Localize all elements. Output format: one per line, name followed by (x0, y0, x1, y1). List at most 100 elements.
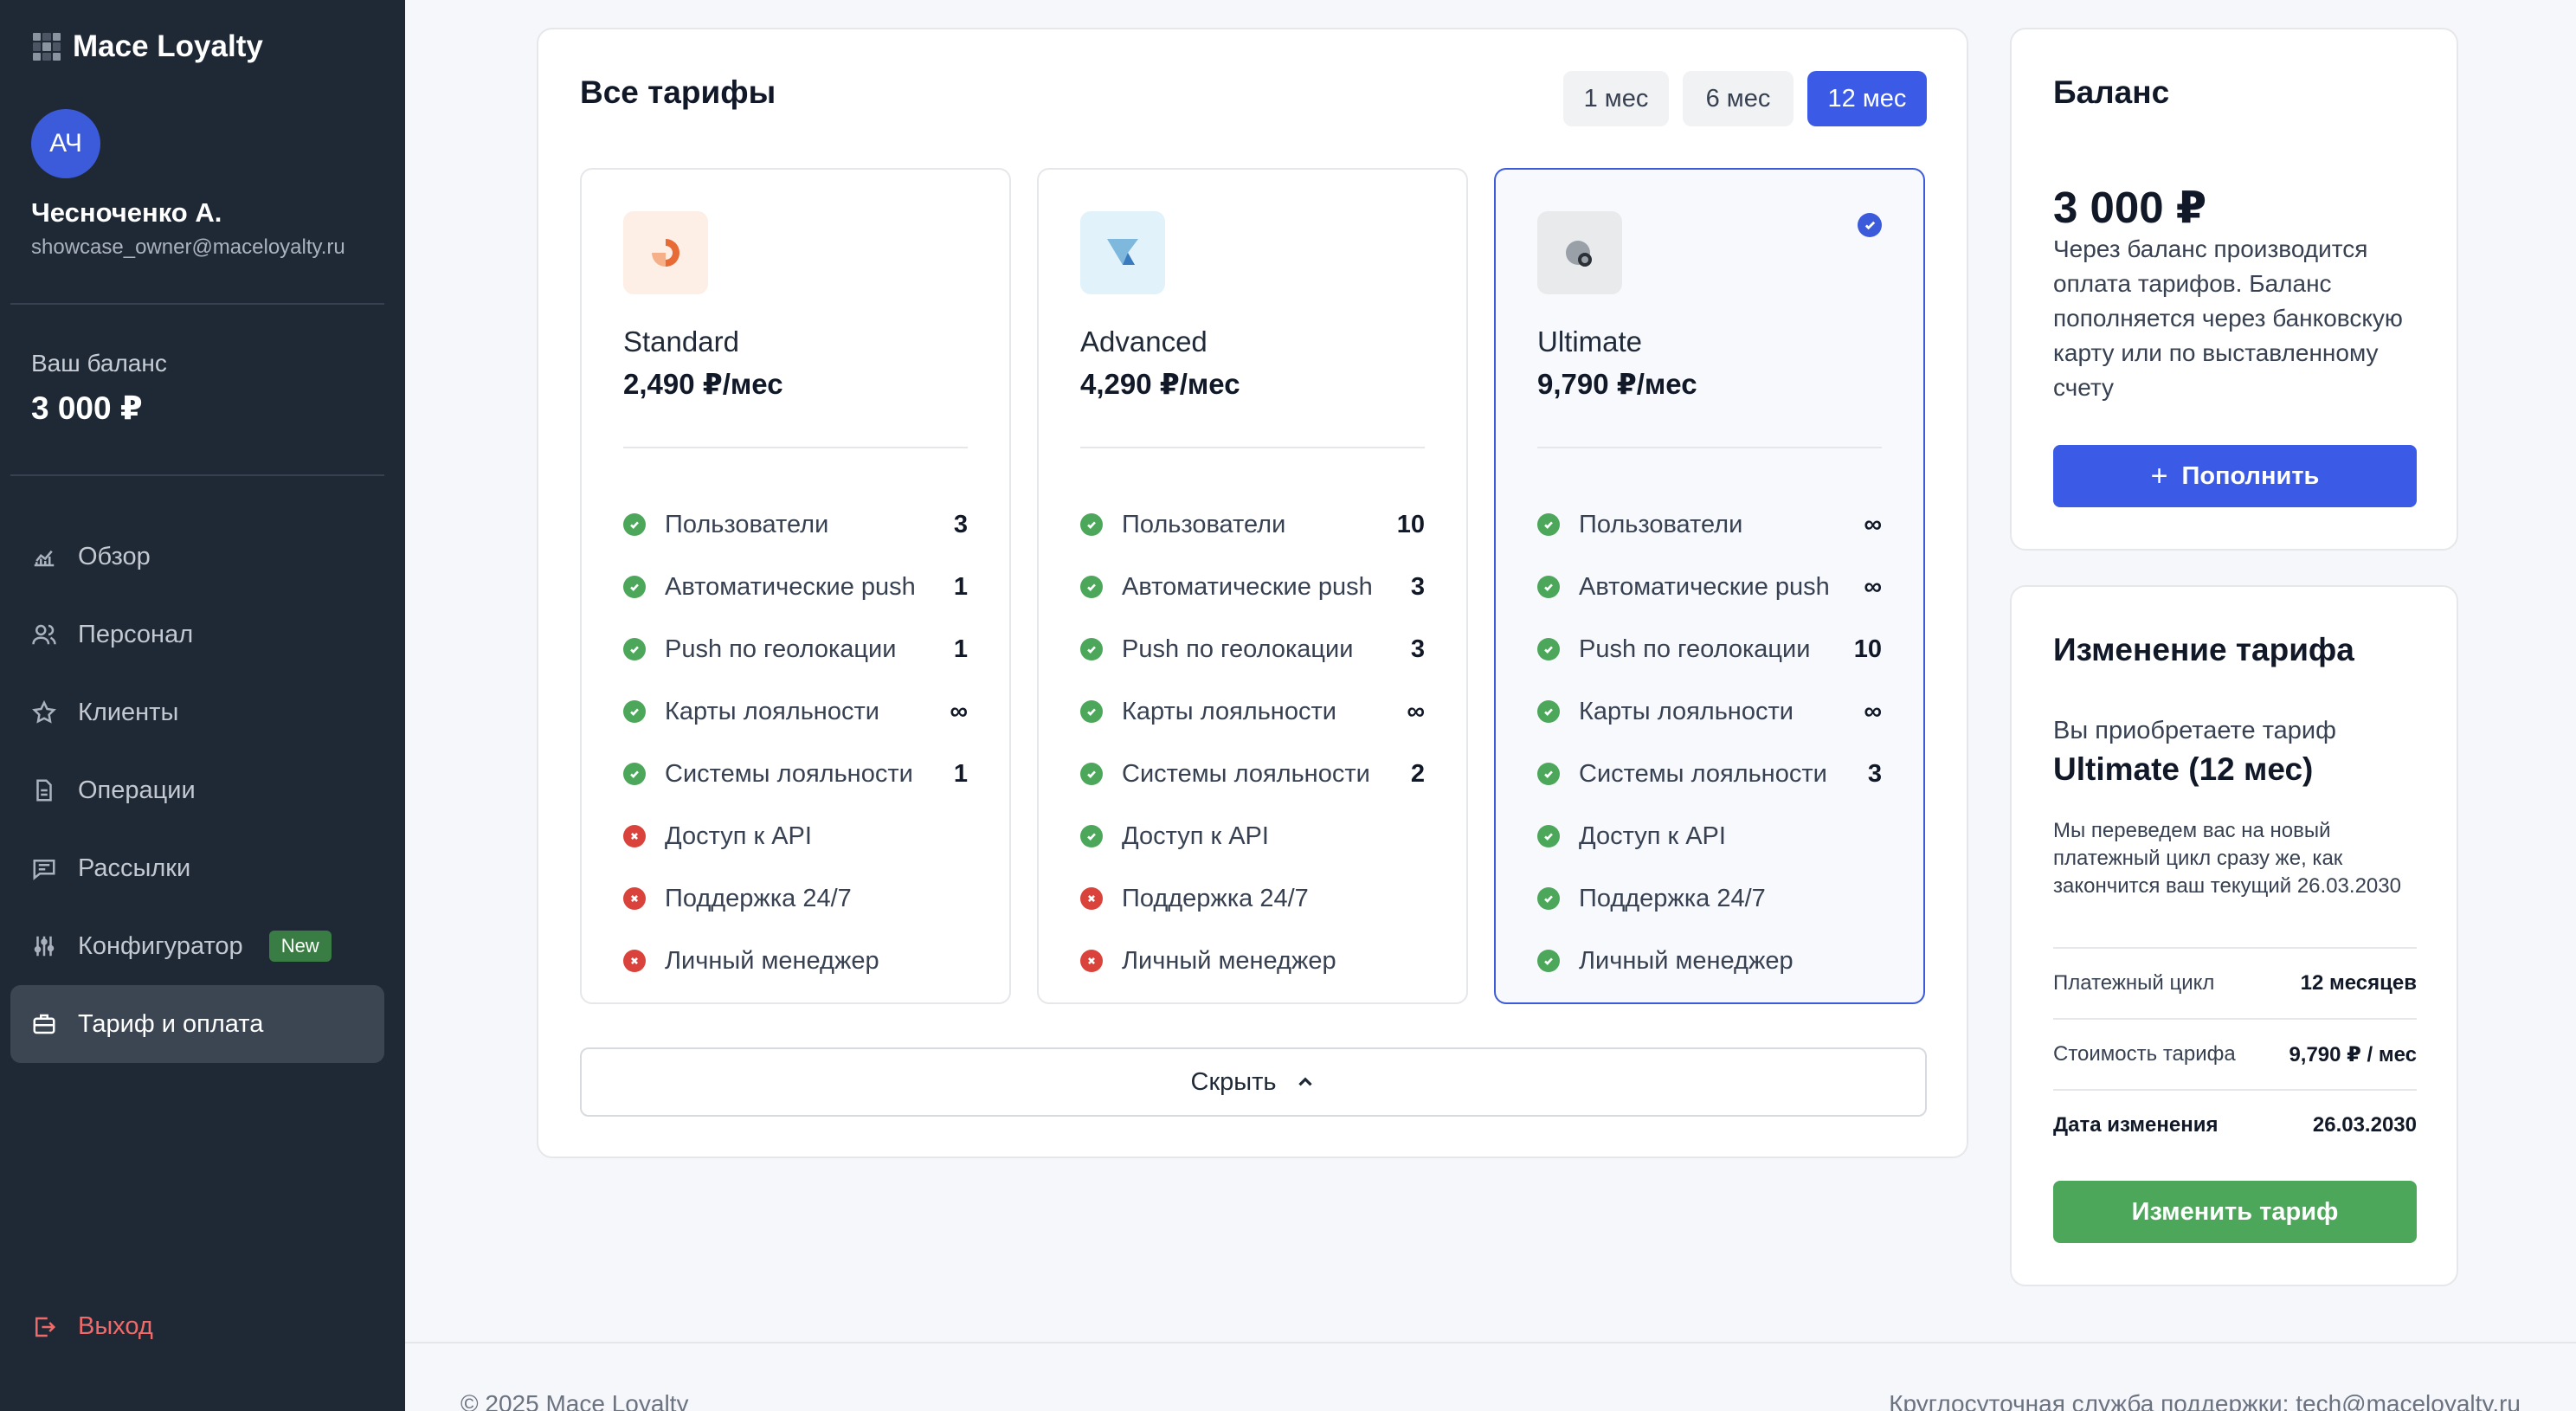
check-circle-icon (623, 513, 646, 536)
plan-feature: Push по геолокации 10 (1537, 632, 1882, 667)
plan-feature: Личный менеджер (623, 944, 968, 978)
tariff-cost-row: Стоимость тарифа 9,790 ₽ / мес (2053, 1018, 2417, 1089)
document-icon (36, 779, 52, 802)
change-subtitle: Вы приобретаете тариф (2053, 717, 2336, 744)
period-12m-button[interactable]: 12 мес (1807, 71, 1927, 126)
sidebar-item-staff[interactable]: Персонал (10, 596, 384, 673)
brand-logo[interactable]: Mace Loyalty (33, 29, 263, 64)
feature-label: Карты лояльности (1579, 697, 1794, 725)
sidebar-item-label: Обзор (78, 542, 151, 570)
hide-tariffs-button[interactable]: Скрыть (580, 1047, 1927, 1117)
logout-label: Выход (78, 1312, 153, 1340)
plan-card-ultimate[interactable]: Ultimate 9,790 ₽/мес Пользователи ∞ Автома… (1494, 168, 1925, 1004)
feature-value: 2 (1410, 759, 1425, 788)
plan-card-advanced[interactable]: Advanced 4,290 ₽/мес Пользователи 10 Автом… (1037, 168, 1468, 1004)
feature-value: 10 (1396, 510, 1425, 538)
check-circle-icon (1537, 950, 1560, 972)
row-label: Стоимость тарифа (2053, 1042, 2236, 1066)
sidebar-item-label: Персонал (78, 620, 194, 648)
feature-label: Карты лояльности (1122, 697, 1336, 725)
plan-feature: Системы лояльности 2 (1080, 757, 1425, 791)
plan-price: 4,290 ₽/мес (1080, 368, 1240, 400)
plan-feature: Доступ к API (1537, 819, 1882, 854)
chart-icon (34, 550, 55, 567)
sidebar: Mace Loyalty АЧ Чесноченко А. showcase_o… (0, 0, 405, 1411)
check-circle-icon (1080, 763, 1103, 785)
logout-button[interactable]: Выход (31, 1312, 153, 1341)
sidebar-item-label: Операции (78, 776, 196, 804)
period-1m-button[interactable]: 1 мес (1563, 71, 1669, 126)
feature-value: 1 (953, 572, 968, 601)
plan-feature: Пользователи 3 (623, 507, 968, 542)
plan-feature: Карты лояльности ∞ (1080, 694, 1425, 729)
check-circle-icon (1080, 700, 1103, 723)
plan-feature: Карты лояльности ∞ (1537, 694, 1882, 729)
change-tariff-card: Изменение тарифа Вы приобретаете тариф U… (2010, 585, 2458, 1286)
feature-value: ∞ (1864, 572, 1882, 601)
feature-label: Автоматические push (1122, 572, 1373, 601)
balance-card: Баланс 3 000 ₽ Через баланс производится… (2010, 28, 2458, 551)
feature-label: Системы лояльности (665, 759, 913, 788)
plan-feature: Автоматические push 3 (1080, 570, 1425, 604)
sidebar-item-clients[interactable]: Клиенты (10, 673, 384, 751)
feature-label: Карты лояльности (665, 697, 879, 725)
row-label: Дата изменения (2053, 1113, 2219, 1137)
plan-feature: Системы лояльности 3 (1537, 757, 1882, 791)
plan-name: Ultimate (1537, 325, 1643, 358)
check-circle-icon (623, 576, 646, 598)
balance-description: Через баланс производится оплата тарифов… (2053, 235, 2403, 401)
sidebar-balance-value: 3 000 ₽ (31, 390, 143, 426)
row-value: 26.03.2030 (2312, 1113, 2417, 1137)
sidebar-item-overview[interactable]: Обзор (10, 518, 384, 596)
change-tariff-button[interactable]: Изменить тариф (2053, 1181, 2417, 1243)
change-title: Изменение тарифа (2053, 632, 2354, 667)
check-circle-icon (1537, 887, 1560, 910)
sidebar-item-tariff[interactable]: Тариф и оплата (10, 985, 384, 1063)
sidebar-item-label: Рассылки (78, 854, 191, 882)
row-value: 9,790 ₽ / мес (2289, 1042, 2417, 1066)
feature-value: 1 (953, 759, 968, 788)
brand-name: Mace Loyalty (73, 29, 263, 63)
chevron-up-icon (1298, 1077, 1312, 1086)
feature-label: Доступ к API (665, 821, 812, 850)
footer: © 2025 Mace Loyalty Круглосуточная служб… (405, 1342, 2576, 1411)
user-name: Чесноченко А. (31, 197, 222, 228)
feature-label: Личный менеджер (1122, 946, 1336, 975)
check-circle-icon (1080, 576, 1103, 598)
divider (1080, 447, 1425, 448)
sidebar-item-configurator[interactable]: Конфигуратор New (10, 907, 384, 985)
period-6m-button[interactable]: 6 мес (1683, 71, 1794, 126)
sliders-icon (34, 936, 55, 957)
plan-feature: Личный менеджер (1080, 944, 1425, 978)
avatar[interactable]: АЧ (31, 109, 100, 178)
check-circle-icon (1537, 638, 1560, 660)
plan-feature: Системы лояльности 1 (623, 757, 968, 791)
plan-feature: Доступ к API (623, 819, 968, 854)
advanced-plan-icon (1080, 211, 1165, 294)
sidebar-item-label: Конфигуратор (78, 931, 243, 960)
row-label: Платежный цикл (2053, 971, 2215, 995)
feature-label: Пользователи (1122, 510, 1286, 538)
plan-card-standard[interactable]: Standard 2,490 ₽/мес Пользователи 3 Автома… (580, 168, 1011, 1004)
feature-value: 3 (1410, 572, 1425, 601)
plan-feature: Push по геолокации 3 (1080, 632, 1425, 667)
feature-value: ∞ (950, 697, 968, 725)
sidebar-item-mailings[interactable]: Рассылки (10, 829, 384, 907)
plan-feature: Автоматические push ∞ (1537, 570, 1882, 604)
topup-button[interactable]: + Пополнить (2053, 445, 2417, 507)
cross-circle-icon (623, 825, 646, 847)
message-icon (33, 860, 55, 880)
logout-icon (35, 1317, 56, 1337)
check-circle-icon (623, 638, 646, 660)
users-icon (32, 624, 56, 645)
plan-price: 2,490 ₽/мес (623, 368, 783, 400)
feature-label: Push по геолокации (1579, 635, 1811, 663)
feature-label: Push по геолокации (665, 635, 897, 663)
cross-circle-icon (623, 887, 646, 910)
sidebar-item-operations[interactable]: Операции (10, 751, 384, 829)
support-contact[interactable]: Круглосуточная служба поддержки: tech@ma… (1889, 1390, 2521, 1411)
check-circle-icon (1537, 825, 1560, 847)
topup-label: Пополнить (2181, 461, 2320, 490)
balance-amount: 3 000 ₽ (2053, 183, 2207, 232)
selected-check-icon (1858, 213, 1882, 237)
